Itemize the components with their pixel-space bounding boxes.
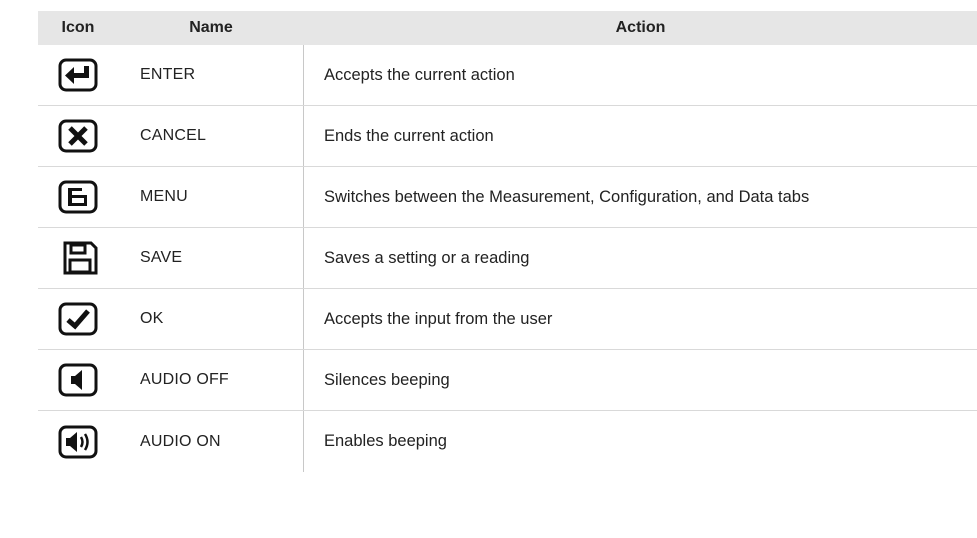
row-name: OK — [118, 289, 304, 349]
row-action: Ends the current action — [324, 126, 494, 145]
ok-icon — [38, 289, 118, 349]
row-action: Silences beeping — [324, 370, 450, 389]
table-row: OK Accepts the input from the user — [38, 289, 977, 350]
save-icon — [38, 228, 118, 288]
row-name: AUDIO ON — [118, 411, 304, 472]
table-row: AUDIO ON Enables beeping — [38, 411, 977, 472]
header-icon: Icon — [61, 19, 95, 36]
menu-icon — [38, 167, 118, 227]
table-row: ENTER Accepts the current action — [38, 45, 977, 106]
row-action: Accepts the input from the user — [324, 309, 553, 328]
table-row: SAVE Saves a setting or a reading — [38, 228, 977, 289]
row-name: AUDIO OFF — [118, 350, 304, 410]
table-header: Icon Name Action — [38, 11, 977, 45]
row-action: Accepts the current action — [324, 65, 515, 84]
icon-reference-table: Icon Name Action ENTER Accepts the curre… — [38, 11, 977, 472]
header-name: Name — [189, 19, 233, 36]
cancel-icon — [38, 106, 118, 166]
row-action: Saves a setting or a reading — [324, 248, 530, 267]
row-name: CANCEL — [118, 106, 304, 166]
row-action: Switches between the Measurement, Config… — [324, 187, 810, 206]
row-action: Enables beeping — [324, 432, 447, 450]
audio-on-icon — [38, 411, 118, 472]
row-name: MENU — [118, 167, 304, 227]
table-row: AUDIO OFF Silences beeping — [38, 350, 977, 411]
row-name: ENTER — [118, 45, 304, 105]
table-row: MENU Switches between the Measurement, C… — [38, 167, 977, 228]
row-name: SAVE — [118, 228, 304, 288]
enter-icon — [38, 45, 118, 105]
header-action: Action — [615, 19, 666, 36]
audio-off-icon — [38, 350, 118, 410]
table-row: CANCEL Ends the current action — [38, 106, 977, 167]
